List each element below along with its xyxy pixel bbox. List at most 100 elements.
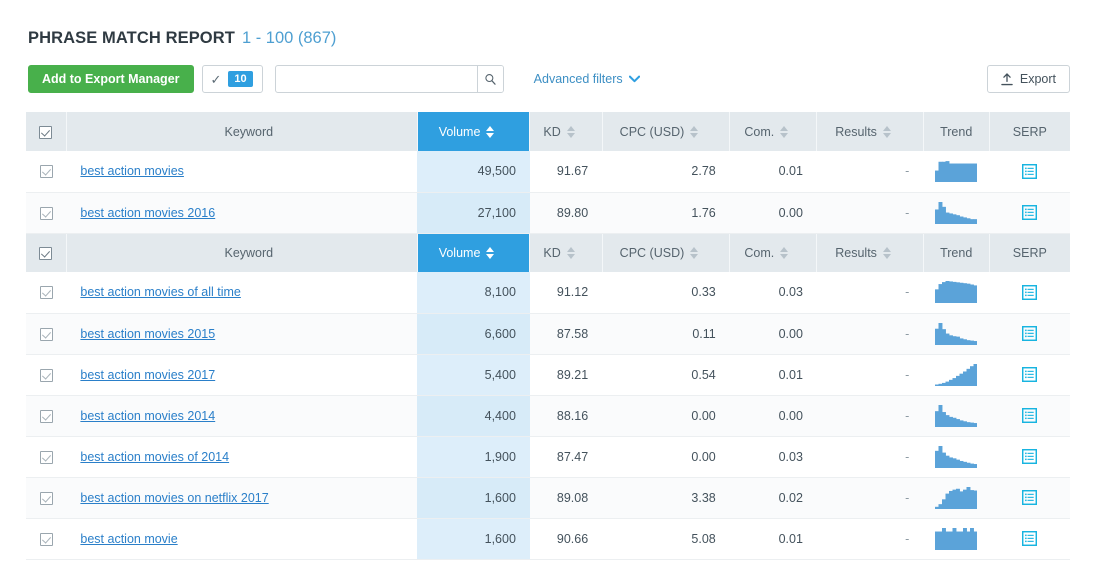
header-cpc[interactable]: CPC (USD) bbox=[602, 112, 731, 151]
results-cell: - bbox=[816, 477, 924, 519]
selection-count-badge: 10 bbox=[228, 70, 253, 88]
volume-cell: 49,500 bbox=[417, 151, 530, 193]
volume-cell: 1,600 bbox=[417, 518, 530, 560]
phrase-match-report-page: PHRASE MATCH REPORT 1 - 100 (867) Add to… bbox=[0, 0, 1098, 561]
keyword-link[interactable]: best action movies of 2014 bbox=[80, 450, 229, 464]
serp-list-icon[interactable] bbox=[1022, 163, 1038, 179]
header-kd[interactable]: KD bbox=[529, 112, 603, 151]
advanced-filters-toggle[interactable]: Advanced filters bbox=[534, 72, 640, 86]
row-select-cell[interactable] bbox=[26, 151, 67, 193]
keyword-link[interactable]: best action movies bbox=[80, 164, 184, 178]
row-select-cell[interactable] bbox=[26, 354, 67, 396]
serp-cell[interactable] bbox=[989, 395, 1070, 437]
row-checkbox[interactable] bbox=[39, 491, 53, 505]
search-input[interactable] bbox=[275, 66, 477, 92]
header-select-all[interactable] bbox=[26, 233, 67, 272]
results-cell: - bbox=[816, 518, 924, 560]
row-select-cell[interactable] bbox=[26, 313, 67, 355]
header-com[interactable]: Com. bbox=[729, 233, 818, 272]
serp-cell[interactable] bbox=[989, 151, 1070, 193]
row-select-cell[interactable] bbox=[26, 192, 67, 234]
serp-cell[interactable] bbox=[989, 518, 1070, 560]
keyword-link[interactable]: best action movies on netflix 2017 bbox=[80, 491, 268, 505]
com-cell: 0.03 bbox=[729, 436, 817, 478]
com-cell: 0.01 bbox=[729, 354, 817, 396]
row-select-cell[interactable] bbox=[26, 477, 67, 519]
selection-counter[interactable]: ✓ 10 bbox=[201, 65, 263, 93]
row-checkbox[interactable] bbox=[39, 368, 53, 382]
header-volume[interactable]: Volume bbox=[417, 112, 531, 151]
row-checkbox[interactable] bbox=[39, 286, 53, 300]
sort-icon[interactable] bbox=[566, 246, 575, 259]
row-checkbox[interactable] bbox=[39, 206, 53, 220]
serp-list-icon[interactable] bbox=[1022, 531, 1038, 547]
row-checkbox[interactable] bbox=[39, 532, 53, 546]
sort-icon[interactable] bbox=[780, 246, 789, 259]
select-all-checkbox[interactable] bbox=[39, 125, 53, 139]
header-com[interactable]: Com. bbox=[729, 112, 818, 151]
serp-cell[interactable] bbox=[989, 354, 1070, 396]
serp-list-icon[interactable] bbox=[1022, 205, 1038, 221]
keyword-link[interactable]: best action movie bbox=[80, 532, 177, 546]
serp-cell[interactable] bbox=[989, 192, 1070, 234]
kd-cell: 89.21 bbox=[529, 354, 603, 396]
serp-cell[interactable] bbox=[989, 313, 1070, 355]
trend-sparkline bbox=[935, 201, 978, 224]
page-title: PHRASE MATCH REPORT 1 - 100 (867) bbox=[28, 29, 336, 48]
trend-cell bbox=[923, 477, 990, 519]
sort-icon[interactable] bbox=[780, 125, 789, 138]
header-keyword[interactable]: Keyword bbox=[66, 233, 418, 272]
keyword-link[interactable]: best action movies 2017 bbox=[80, 368, 215, 382]
serp-list-icon[interactable] bbox=[1022, 449, 1038, 465]
sort-icon[interactable] bbox=[690, 246, 699, 259]
sort-icon[interactable] bbox=[566, 125, 575, 138]
row-checkbox[interactable] bbox=[39, 409, 53, 423]
header-cpc[interactable]: CPC (USD) bbox=[602, 233, 731, 272]
header-kd-label: KD bbox=[543, 245, 561, 260]
row-select-cell[interactable] bbox=[26, 518, 67, 560]
sort-icon[interactable] bbox=[882, 125, 891, 138]
search-button[interactable] bbox=[476, 66, 503, 92]
header-select-all[interactable] bbox=[26, 112, 67, 151]
sort-icon[interactable] bbox=[486, 246, 495, 259]
sort-icon[interactable] bbox=[690, 125, 699, 138]
header-trend-label: Trend bbox=[940, 124, 973, 139]
row-select-cell[interactable] bbox=[26, 272, 67, 314]
keyword-link[interactable]: best action movies 2016 bbox=[80, 206, 215, 220]
sort-icon[interactable] bbox=[882, 246, 891, 259]
kd-cell: 90.66 bbox=[529, 518, 603, 560]
export-button[interactable]: Export bbox=[986, 65, 1070, 93]
header-volume[interactable]: Volume bbox=[417, 233, 531, 272]
row-checkbox[interactable] bbox=[39, 450, 53, 464]
serp-cell[interactable] bbox=[989, 272, 1070, 314]
keyword-link[interactable]: best action movies 2015 bbox=[80, 327, 215, 341]
serp-list-icon[interactable] bbox=[1022, 367, 1038, 383]
trend-cell bbox=[923, 151, 990, 193]
row-select-cell[interactable] bbox=[26, 436, 67, 478]
results-cell: - bbox=[816, 354, 924, 396]
header-kd[interactable]: KD bbox=[529, 233, 603, 272]
serp-list-icon[interactable] bbox=[1022, 326, 1038, 342]
volume-cell: 1,900 bbox=[417, 436, 530, 478]
cpc-cell: 0.00 bbox=[602, 395, 730, 437]
search-box[interactable] bbox=[274, 65, 504, 93]
select-all-checkbox[interactable] bbox=[39, 246, 53, 260]
keyword-link[interactable]: best action movies of all time bbox=[80, 285, 241, 299]
serp-list-icon[interactable] bbox=[1022, 408, 1038, 424]
sort-icon[interactable] bbox=[486, 125, 495, 138]
row-checkbox[interactable] bbox=[39, 327, 53, 341]
header-keyword[interactable]: Keyword bbox=[66, 112, 418, 151]
header-results[interactable]: Results bbox=[816, 233, 924, 272]
keyword-link[interactable]: best action movies 2014 bbox=[80, 409, 215, 423]
serp-list-icon[interactable] bbox=[1022, 490, 1038, 506]
table-row: best action movies on netflix 2017 1,600 8… bbox=[26, 477, 1070, 519]
serp-cell[interactable] bbox=[989, 477, 1070, 519]
upload-icon bbox=[1001, 72, 1013, 85]
row-select-cell[interactable] bbox=[26, 395, 67, 437]
serp-list-icon[interactable] bbox=[1022, 284, 1038, 300]
serp-cell[interactable] bbox=[989, 436, 1070, 478]
add-to-export-manager-button[interactable]: Add to Export Manager bbox=[28, 65, 194, 93]
kd-cell: 91.67 bbox=[529, 151, 603, 193]
row-checkbox[interactable] bbox=[39, 165, 53, 179]
header-results[interactable]: Results bbox=[816, 112, 924, 151]
